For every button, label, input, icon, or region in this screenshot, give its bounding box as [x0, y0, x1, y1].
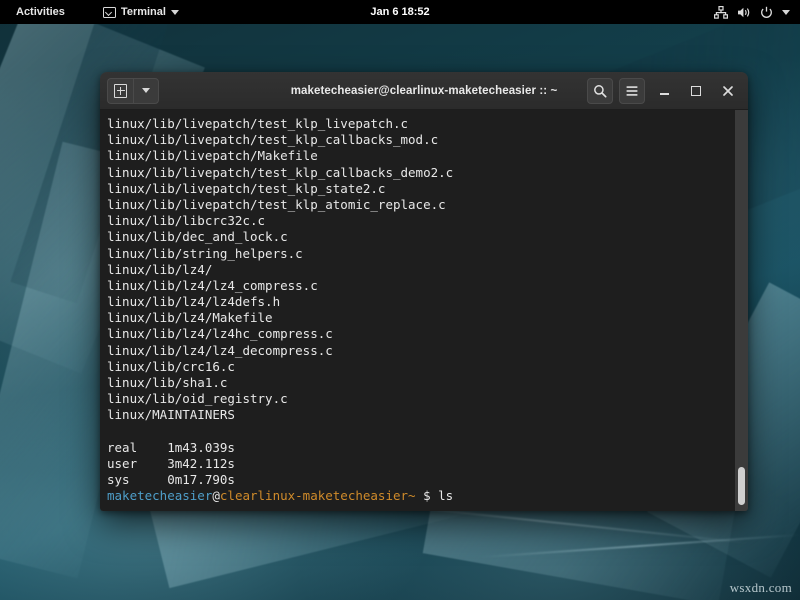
chevron-down-icon — [171, 10, 179, 15]
new-tab-icon — [114, 84, 127, 98]
terminal-line: linux/lib/sha1.c — [107, 375, 748, 391]
prompt-host: clearlinux-maketecheasier~ — [220, 488, 416, 503]
clock-button[interactable]: Jan 6 18:52 — [370, 6, 429, 18]
terminal-line: linux/lib/libcrc32c.c — [107, 213, 748, 229]
terminal-line: linux/lib/string_helpers.c — [107, 246, 748, 262]
network-icon — [714, 6, 728, 19]
gnome-top-panel: Activities Terminal Jan 6 18:52 — [0, 0, 800, 24]
terminal-line — [107, 424, 748, 440]
activities-button[interactable]: Activities — [8, 0, 73, 24]
new-tab-dropdown-button[interactable] — [133, 78, 159, 104]
maximize-button[interactable] — [683, 78, 709, 104]
app-menu-label: Terminal — [121, 0, 166, 24]
terminal-line: linux/MAINTAINERS — [107, 407, 748, 423]
terminal-text: linux/lib/livepatch/test_klp_livepatch.c… — [104, 116, 748, 505]
menu-button[interactable] — [619, 78, 645, 104]
power-icon — [760, 6, 773, 19]
prompt-user: maketecheasier — [107, 488, 212, 503]
scrollbar-thumb[interactable] — [738, 467, 745, 505]
terminal-prompt-line: maketecheasier@clearlinux-maketecheasier… — [107, 488, 748, 504]
search-icon — [593, 84, 607, 98]
terminal-line: linux/lib/livepatch/test_klp_state2.c — [107, 181, 748, 197]
prompt-separator: @ — [212, 488, 220, 503]
terminal-line: linux/lib/livepatch/test_klp_callbacks_m… — [107, 132, 748, 148]
terminal-line: linux/lib/livepatch/test_klp_livepatch.c — [107, 116, 748, 132]
terminal-line: linux/lib/dec_and_lock.c — [107, 229, 748, 245]
new-tab-button[interactable] — [107, 78, 133, 104]
terminal-output-area[interactable]: linux/lib/livepatch/test_klp_livepatch.c… — [100, 110, 748, 511]
close-button[interactable] — [715, 78, 741, 104]
terminal-line: linux/lib/oid_registry.c — [107, 391, 748, 407]
chevron-down-icon — [782, 10, 790, 15]
hamburger-menu-icon — [625, 85, 639, 97]
watermark: wsxdn.com — [730, 580, 792, 596]
minimize-button[interactable] — [651, 78, 677, 104]
prompt-command: $ ls — [416, 488, 454, 503]
terminal-line: linux/lib/livepatch/test_klp_atomic_repl… — [107, 197, 748, 213]
terminal-line: linux/lib/livepatch/Makefile — [107, 148, 748, 164]
chevron-down-icon — [142, 88, 150, 93]
close-icon — [722, 85, 734, 97]
app-menu-terminal[interactable]: Terminal — [95, 0, 187, 24]
terminal-line: linux/lib/lz4/ — [107, 262, 748, 278]
terminal-window[interactable]: maketecheasier@clearlinux-maketecheasier… — [100, 72, 748, 511]
system-status-area[interactable] — [714, 0, 794, 24]
terminal-scrollbar[interactable] — [735, 110, 748, 511]
terminal-line: linux/lib/lz4/lz4_decompress.c — [107, 343, 748, 359]
terminal-line: linux/lib/lz4/Makefile — [107, 310, 748, 326]
terminal-line: linux/lib/crc16.c — [107, 359, 748, 375]
terminal-line: linux/lib/lz4/lz4hc_compress.c — [107, 326, 748, 342]
volume-icon — [737, 6, 751, 19]
terminal-line: user 3m42.112s — [107, 456, 748, 472]
terminal-line: real 1m43.039s — [107, 440, 748, 456]
terminal-line: linux/lib/livepatch/test_klp_callbacks_d… — [107, 165, 748, 181]
clock-label: Jan 6 18:52 — [370, 6, 429, 18]
window-titlebar[interactable]: maketecheasier@clearlinux-maketecheasier… — [100, 72, 748, 110]
activities-label: Activities — [16, 0, 65, 24]
terminal-icon — [103, 7, 116, 18]
new-tab-group[interactable] — [107, 78, 159, 104]
terminal-line: linux/lib/lz4/lz4defs.h — [107, 294, 748, 310]
search-button[interactable] — [587, 78, 613, 104]
terminal-line: sys 0m17.790s — [107, 472, 748, 488]
terminal-line: linux/lib/lz4/lz4_compress.c — [107, 278, 748, 294]
